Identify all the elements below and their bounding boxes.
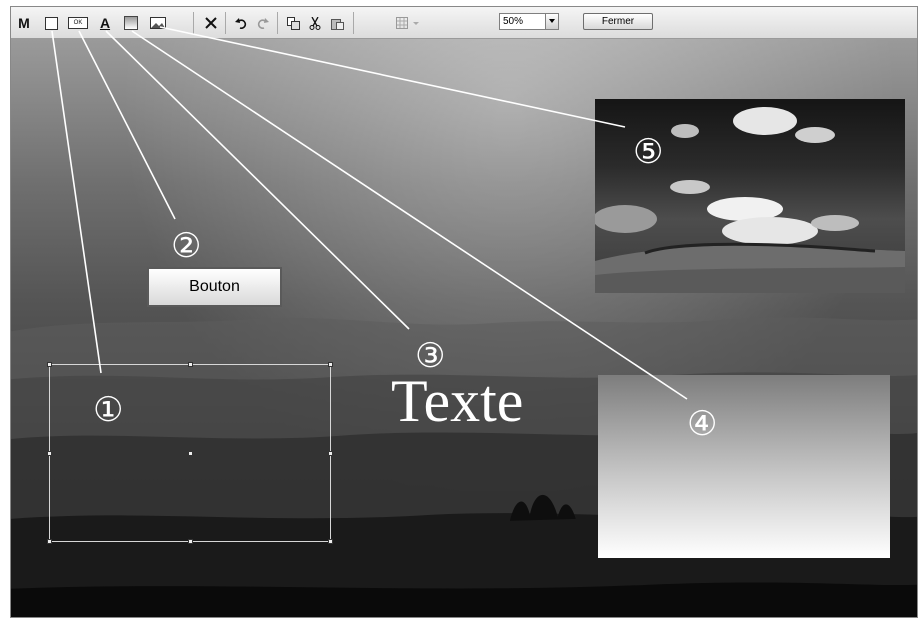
callout-lines	[51, 26, 688, 400]
callout-line-1	[51, 30, 102, 374]
callout-line-2	[78, 30, 176, 220]
callout-line-3	[105, 30, 410, 330]
callout-line-4	[131, 30, 688, 400]
editor-window: M OK A 50% Fermer Bouton Texte ① ② ③ ④ ⑤	[10, 6, 918, 618]
callout-line-5	[159, 26, 626, 128]
